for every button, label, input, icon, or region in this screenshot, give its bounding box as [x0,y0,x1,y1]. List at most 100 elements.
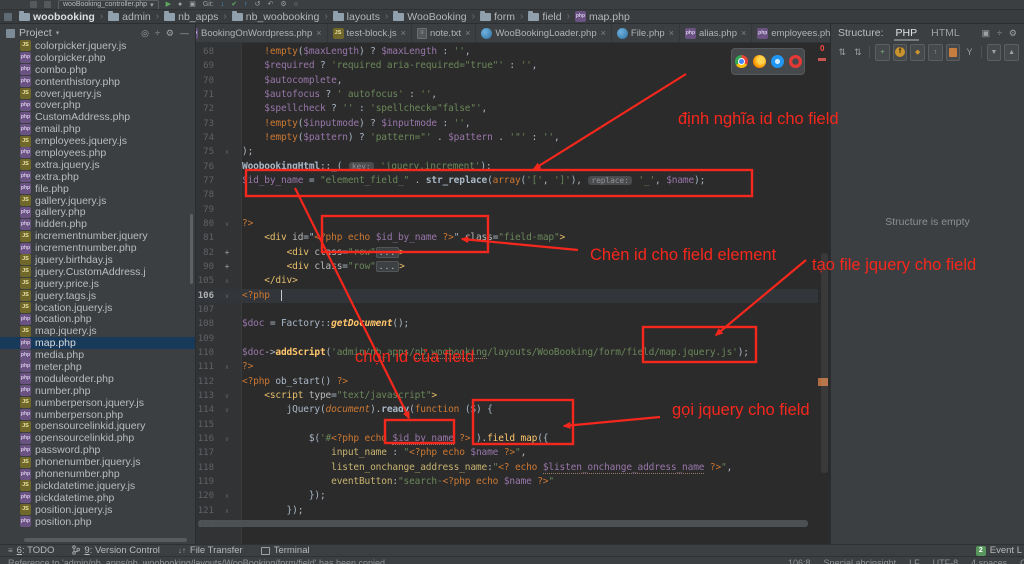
opera-browser-icon[interactable] [789,55,802,68]
fold-marker[interactable]: ∨ [214,289,240,303]
code-area[interactable]: 6869707172737475∧7677787980∨8182+90+105∧… [196,43,830,544]
hide-panel-icon[interactable]: — [180,28,189,39]
code-line[interactable]: jQuery(document).ready(function ($) { [242,403,830,417]
breadcrumb-item[interactable]: form [478,11,517,23]
project-vertical-scrollbar[interactable] [190,214,193,284]
tree-item[interactable]: incrementnumber.jquery [0,230,195,242]
gear-icon[interactable]: ⚙ [1009,28,1017,39]
tree-item[interactable]: password.php [0,444,195,456]
code-line[interactable]: <?php [242,289,830,303]
code-line[interactable]: <div class="row"...> [242,260,830,274]
git-update-icon[interactable]: ↓ [221,0,225,9]
tree-item[interactable]: employees.jquery.js [0,135,195,147]
tab-close-icon[interactable]: × [401,28,406,38]
status-widget[interactable]: Git: master [1020,558,1024,564]
show-private-icon[interactable] [946,44,961,61]
show-methods-icon[interactable]: f [893,44,908,61]
code-line[interactable] [242,203,830,217]
tree-item[interactable]: phonenumber.php [0,468,195,480]
code-line[interactable]: $('#<?php echo $id_by_name ?>').field_ma… [242,432,830,446]
code-line[interactable]: ?> [242,217,830,231]
fold-marker[interactable]: + [214,246,240,260]
tree-item[interactable]: media.php [0,349,195,361]
git-push-icon[interactable]: ↑ [244,0,248,9]
editor-vertical-scrollbar[interactable] [821,253,828,473]
sort-by-visibility-icon[interactable]: ⇅ [852,45,865,60]
code-line[interactable]: <div id="<?php echo $id_by_name ?>" clas… [242,231,830,245]
code-line[interactable] [242,332,830,346]
code-line[interactable]: ?> [242,360,830,374]
code-line[interactable]: eventButton:"search-<?php echo $name ?>" [242,475,830,489]
code-line[interactable]: $id_by_name = "element_field_" . str_rep… [242,174,830,188]
code-line[interactable]: </div> [242,274,830,288]
git-commit-icon[interactable]: ✔ [231,0,237,9]
history-icon[interactable]: ↺ [255,0,261,9]
code-line[interactable] [242,418,830,432]
editor-tab[interactable]: note.txt× [412,24,476,42]
tree-item[interactable]: extra.php [0,171,195,183]
fold-marker[interactable]: ∨ [214,403,240,417]
tree-item[interactable]: cover.jquery.js [0,88,195,100]
run-configuration-select[interactable]: wooBooking_controller.php ▾ [58,0,159,10]
breadcrumb-item[interactable]: map.php [573,11,632,23]
tree-item[interactable]: pickdatetime.jquery.js [0,480,195,492]
toolwindow-button-file-transfer[interactable]: ↓↑File Transfer [178,545,243,556]
code-line[interactable]: $autocomplete, [242,74,830,88]
expand-all-icon[interactable]: ▣ [981,28,990,39]
filter-icon[interactable]: Y [963,45,976,60]
tree-item[interactable]: map.php [0,337,195,349]
code-line[interactable]: $autofocus ? ' autofocus' : '', [242,88,830,102]
show-inherited-icon[interactable]: ↑ [928,44,943,61]
breadcrumb-item[interactable]: admin [106,11,153,23]
debug-icon[interactable]: ● [178,0,182,9]
fold-marker[interactable]: ∨ [214,432,240,446]
fold-marker[interactable]: ∨ [214,389,240,403]
tree-item[interactable]: CustomAddress.php [0,111,195,123]
autoscroll-to-source-icon[interactable]: ▼ [987,44,1002,61]
status-widget[interactable]: UTF-8 [933,558,959,564]
tree-item[interactable]: email.php [0,123,195,135]
tree-item[interactable]: position.php [0,516,195,528]
collapse-all-icon[interactable]: ÷ [997,28,1002,39]
tree-item[interactable]: number.php [0,385,195,397]
fold-marker[interactable]: ∧ [214,274,240,288]
tab-close-icon[interactable]: × [465,28,470,38]
tree-item[interactable]: extra.jquery.js [0,159,195,171]
chevron-down-icon[interactable]: ▾ [56,29,60,37]
autoscroll-from-source-icon[interactable]: ▲ [1004,44,1019,61]
settings-icon[interactable]: ⚙ [280,0,286,9]
undo-icon[interactable]: ↶ [267,0,273,9]
tab-close-icon[interactable]: × [741,28,746,38]
show-constants-icon[interactable]: ◆ [910,44,925,61]
tree-item[interactable]: incrementnumber.php [0,242,195,254]
code-line[interactable]: }); [242,489,830,503]
tree-item[interactable]: position.jquery.js [0,504,195,516]
breadcrumb-item[interactable]: WooBooking [391,11,468,23]
breadcrumb-item[interactable]: nb_apps [162,11,220,23]
firefox-browser-icon[interactable] [753,55,766,68]
status-widget[interactable]: Special abcinsight [824,558,897,564]
breadcrumb-item[interactable]: layouts [331,11,382,23]
fold-marker[interactable]: ∧ [214,504,240,518]
breadcrumb-item[interactable]: field [526,11,563,23]
code-line[interactable]: $doc = Factory::getDocument(); [242,317,830,331]
tree-item[interactable]: map.jquery.js [0,325,195,337]
code-line[interactable]: listen_onchange_address_name:"<? echo $l… [242,461,830,475]
structure-tab-php[interactable]: PHP [894,25,920,41]
tab-close-icon[interactable]: × [316,28,321,38]
tree-item[interactable]: phonenumber.jquery.js [0,456,195,468]
tree-item[interactable]: gallery.php [0,206,195,218]
locate-icon[interactable]: ◎ [141,28,149,39]
code-line[interactable]: $spellcheck ? '' : 'spellcheck="false"', [242,102,830,116]
structure-tab-html[interactable]: HTML [929,25,962,41]
tree-item[interactable]: pickdatetime.php [0,492,195,504]
fold-marker[interactable]: ∧ [214,360,240,374]
tree-item[interactable]: colorpicker.php [0,52,195,64]
status-widget[interactable]: 4 spaces [971,558,1007,564]
fold-marker[interactable]: ∧ [214,489,240,503]
code-line[interactable]: input_name : "<?php echo $name ?>", [242,446,830,460]
code-line[interactable]: <?php ob_start() ?> [242,375,830,389]
tree-item[interactable]: gallery.jquery.js [0,195,195,207]
tree-item[interactable]: opensourcelinkid.jquery [0,421,195,433]
fold-marker[interactable]: ∨ [214,217,240,231]
